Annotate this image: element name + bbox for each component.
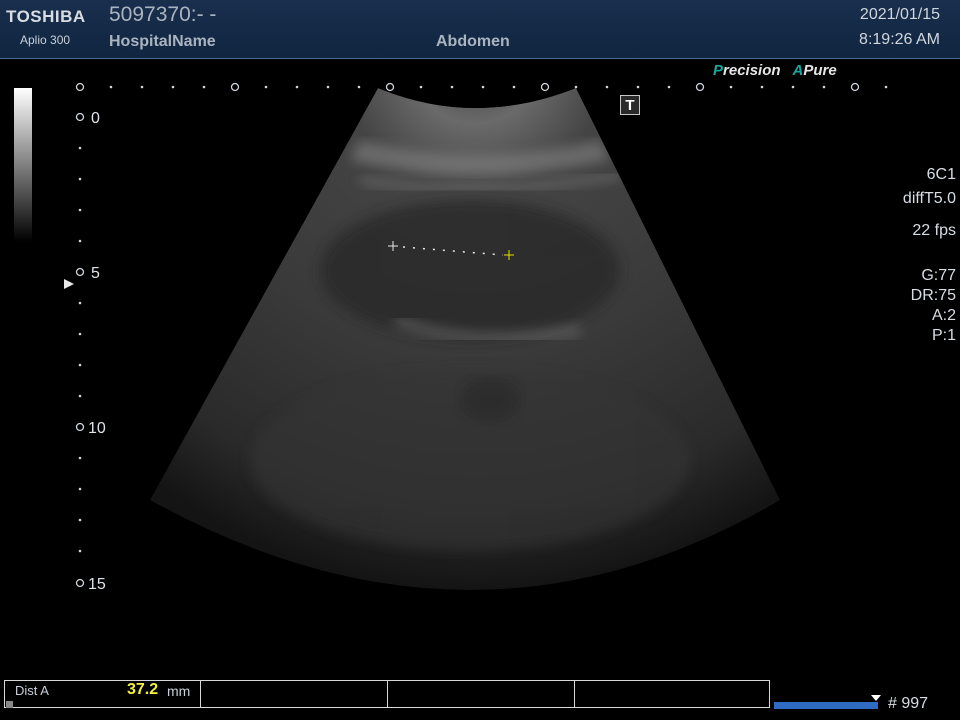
precision-apure-logo: Precision APure: [713, 62, 837, 79]
imaging-mode: diffT5.0: [902, 190, 956, 207]
status-indicator: [6, 701, 13, 708]
cine-scrollbar[interactable]: [774, 702, 878, 709]
depth-scale: [75, 112, 85, 588]
depth-label-10: 10: [88, 420, 106, 437]
lateral-scale: [75, 82, 888, 92]
measurement-unit: mm: [167, 683, 191, 699]
focus-marker-icon: [64, 279, 74, 289]
dynamic-range-value: DR:75: [910, 287, 956, 304]
probe-name: 6C1: [926, 166, 956, 183]
measurement-value: 37.2: [127, 681, 159, 698]
depth-label-15: 15: [88, 576, 106, 593]
measurement-cell-dist-a[interactable]: Dist A 37.2 mm: [5, 681, 201, 707]
depth-label-0: 0: [91, 110, 100, 127]
depth-label-5: 5: [91, 265, 100, 282]
grayscale-bar: [14, 88, 32, 242]
measurement-label: Dist A: [15, 683, 49, 698]
text-annotation-button[interactable]: T: [620, 95, 640, 115]
cine-position-marker-icon[interactable]: [871, 695, 881, 701]
a-param: A:2: [931, 307, 956, 324]
frame-rate: 22 fps: [912, 222, 956, 239]
measurement-cell-2[interactable]: [201, 681, 388, 707]
p-param: P:1: [931, 327, 956, 344]
ultrasound-image: 0 5 10 15: [64, 82, 888, 593]
measurement-panel: Dist A 37.2 mm: [4, 680, 770, 708]
frame-counter: # 997: [888, 695, 929, 712]
measurement-cell-3[interactable]: [388, 681, 575, 707]
measurement-cell-4[interactable]: [575, 681, 769, 707]
gain-value: G:77: [921, 267, 956, 284]
